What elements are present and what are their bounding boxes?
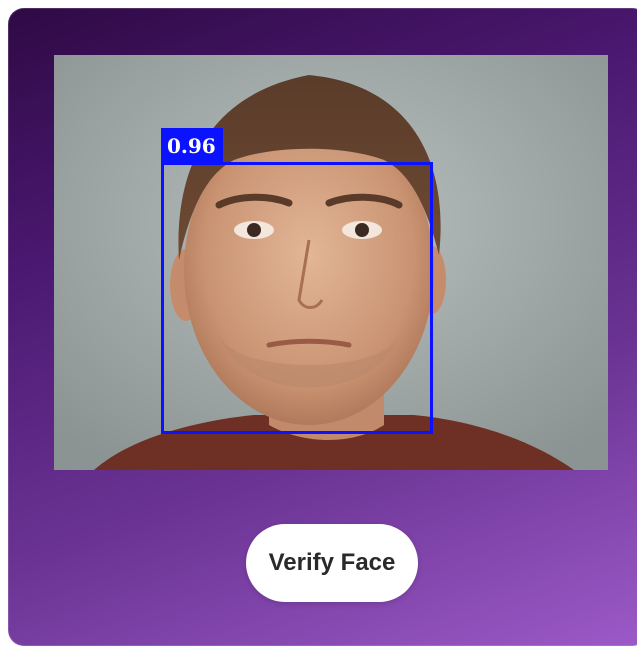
verification-card: 0.96 Verify Face [8, 8, 637, 646]
face-detection-box [161, 162, 433, 434]
camera-preview: 0.96 [54, 55, 608, 470]
verify-face-button[interactable]: Verify Face [246, 524, 418, 602]
confidence-label: 0.96 [161, 128, 223, 164]
